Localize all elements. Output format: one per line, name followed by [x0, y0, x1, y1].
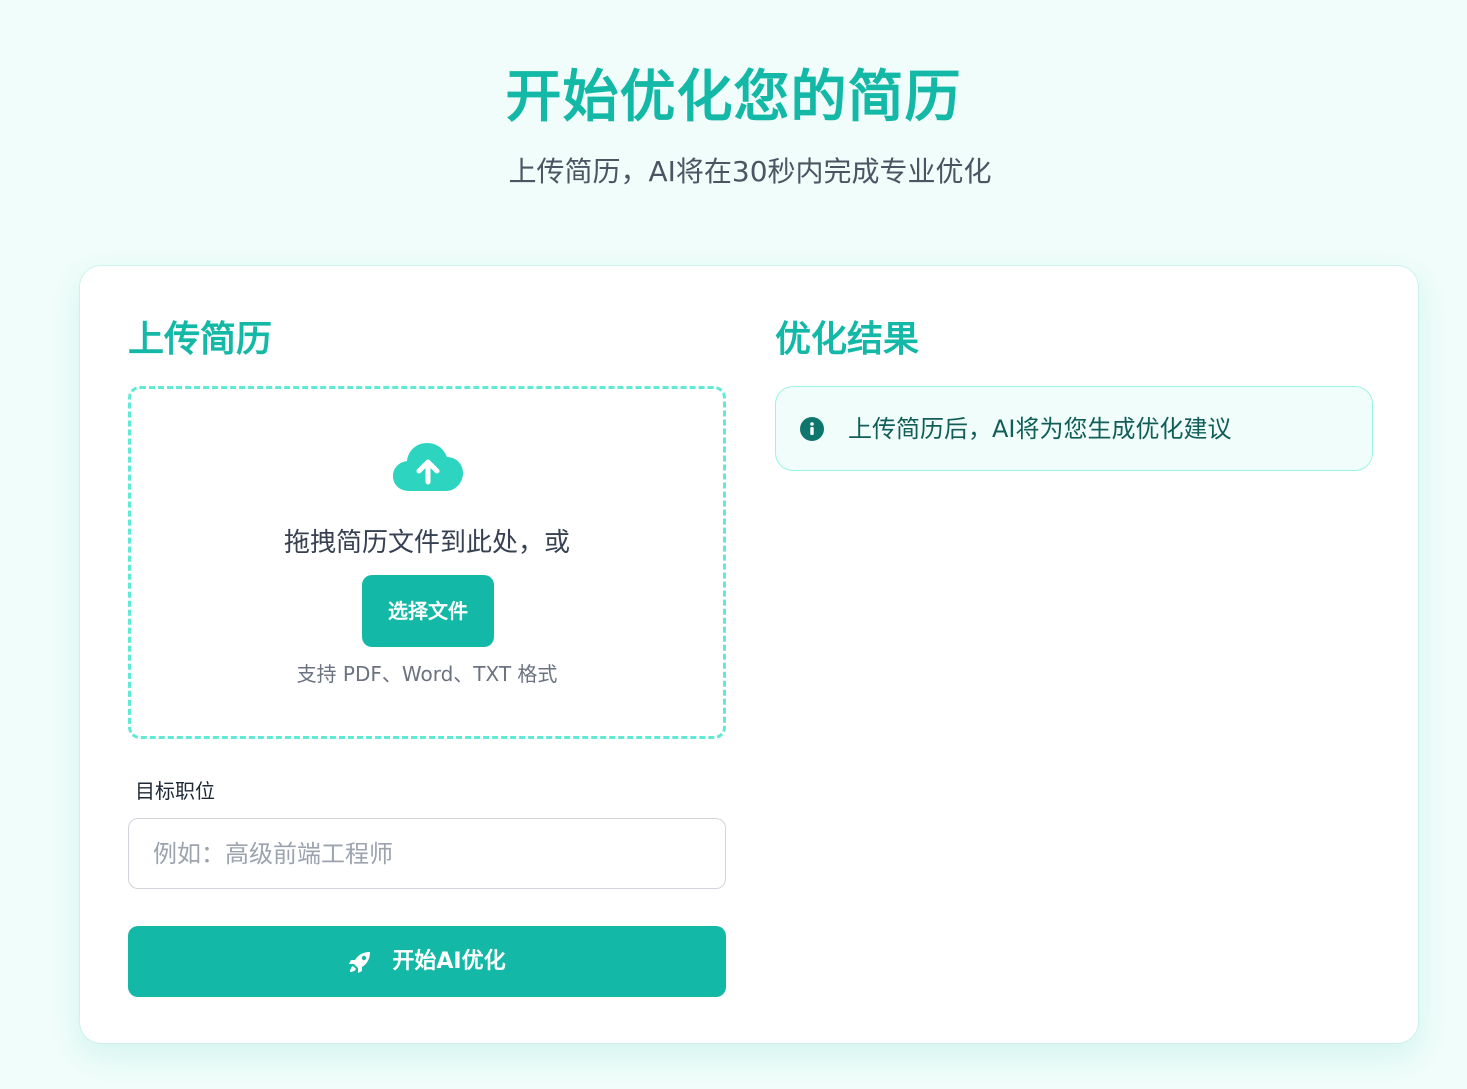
rocket-icon [349, 951, 371, 973]
drop-instruction: 拖拽简历文件到此处，或 [283, 528, 570, 558]
start-optimize-button[interactable]: 开始AI优化 [128, 926, 726, 997]
page-subtitle: 上传简历，AI将在30秒内完成专业优化 [508, 155, 992, 188]
resume-dropzone[interactable]: 拖拽简历文件到此处，或 选择文件 支持 PDF、Word、TXT 格式 [128, 386, 726, 739]
result-section-title: 优化结果 [775, 319, 920, 360]
result-info-text: 上传简历后，AI将为您生成优化建议 [848, 415, 1232, 443]
target-position-input[interactable] [128, 818, 726, 889]
cloud-upload-icon [393, 443, 463, 491]
supported-formats: 支持 PDF、Word、TXT 格式 [296, 662, 558, 686]
result-info-alert: 上传简历后，AI将为您生成优化建议 [775, 386, 1373, 471]
optimizer-card: 上传简历 拖拽简历文件到此处，或 选择文件 支持 PDF、Word、TXT 格式… [79, 265, 1419, 1044]
choose-file-button[interactable]: 选择文件 [362, 575, 494, 647]
upload-section-title: 上传简历 [128, 319, 273, 360]
start-optimize-label: 开始AI优化 [392, 948, 506, 974]
info-icon [800, 417, 824, 441]
target-position-label: 目标职位 [135, 779, 215, 803]
page-title: 开始优化您的简历 [505, 65, 962, 130]
